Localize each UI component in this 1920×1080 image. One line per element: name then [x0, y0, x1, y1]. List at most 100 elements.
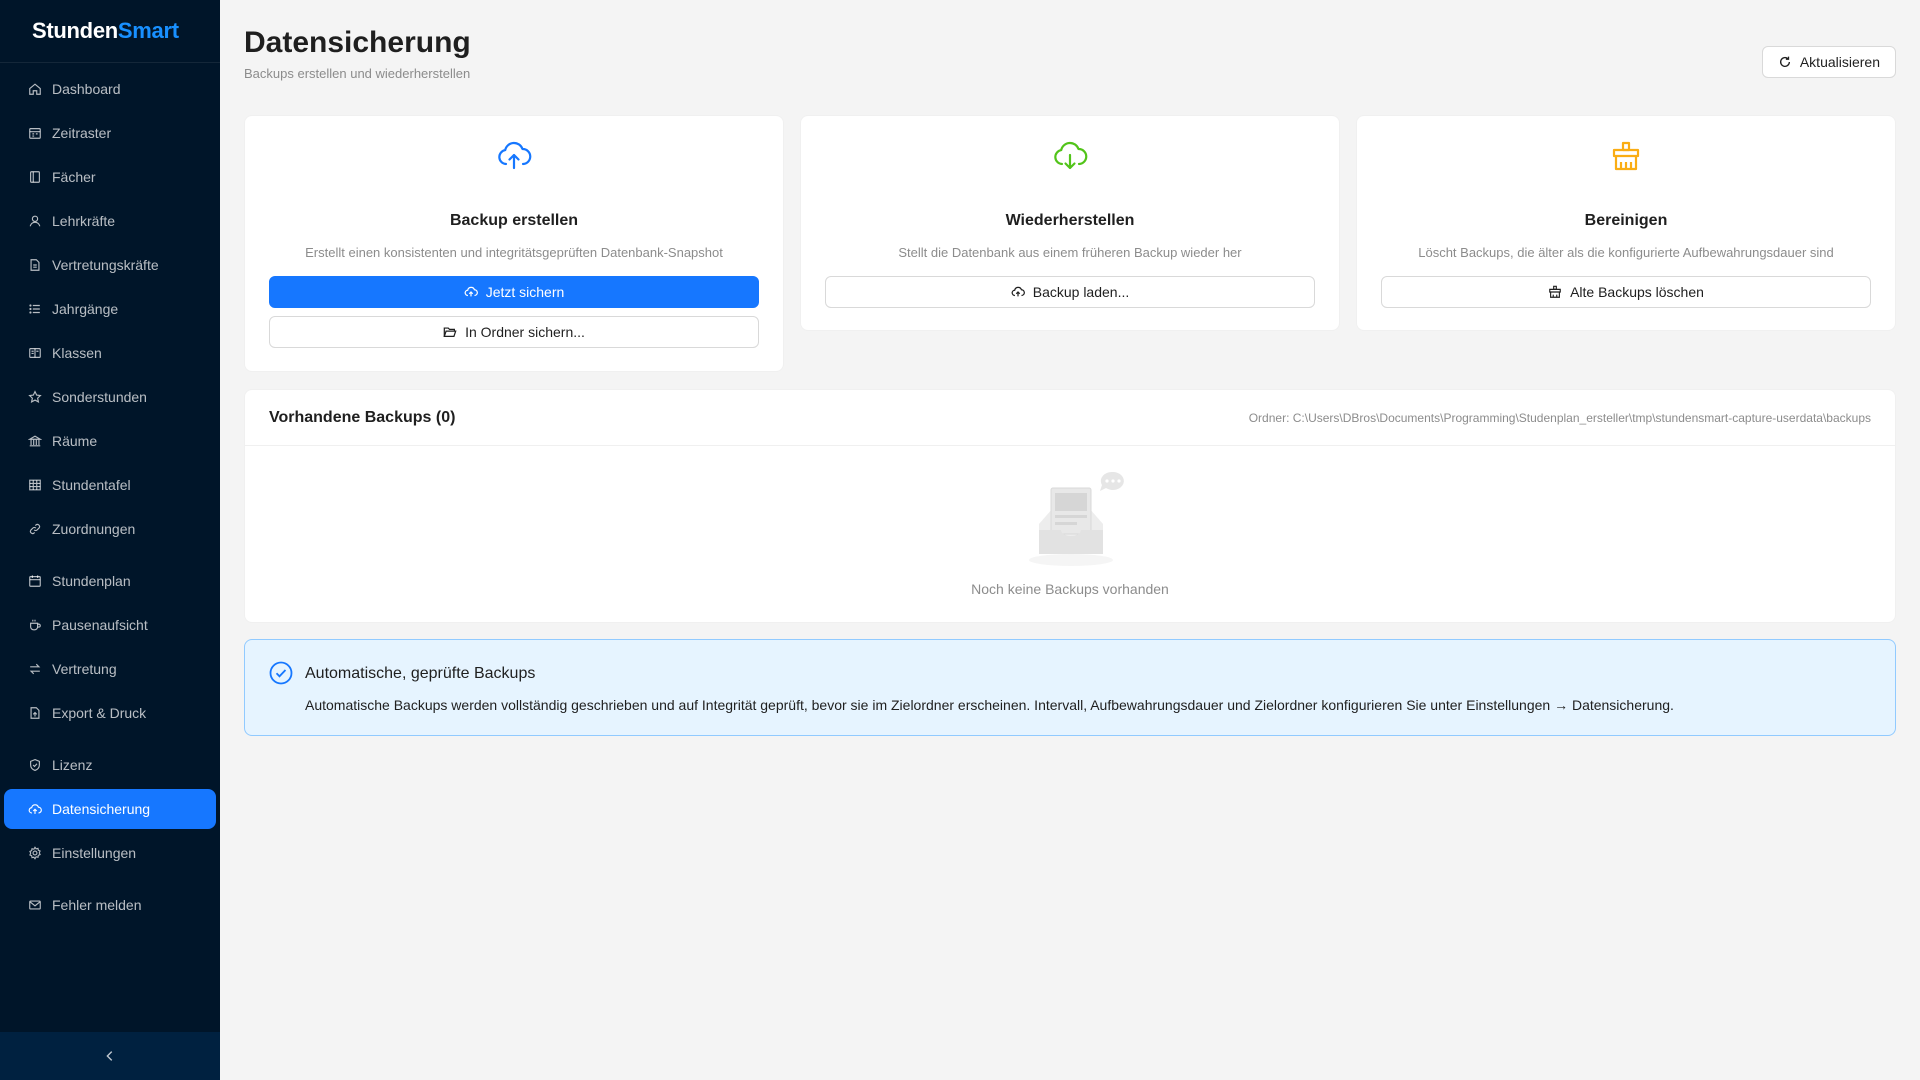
check-circle-icon [269, 661, 293, 685]
card-description: Erstellt einen konsistenten und integrit… [305, 245, 723, 260]
sidebar-item-label: Vertretungskräfte [52, 257, 159, 273]
cloud-upload-icon [1011, 286, 1025, 297]
sidebar-item-raeume[interactable]: Räume [4, 421, 216, 461]
cleanup-backups-card: Bereinigen Löscht Backups, die älter als… [1356, 115, 1896, 331]
export-icon [30, 707, 40, 719]
gear-icon [29, 846, 41, 860]
button-label: Backup laden... [1032, 284, 1130, 300]
sidebar-item-label: Jahrgänge [52, 301, 119, 317]
card-title: Wiederherstellen [1005, 212, 1135, 229]
brand-logo[interactable]: Stunden Smart [0, 0, 220, 63]
sidebar-item-sonderstunden[interactable]: Sonderstunden [4, 377, 216, 417]
card-title: Backup erstellen [449, 212, 579, 229]
table-icon [29, 479, 41, 491]
document-icon [30, 259, 40, 271]
book-icon [30, 171, 40, 183]
sidebar-item-label: Zeitraster [52, 125, 112, 141]
sidebar-item-label: Fächer [52, 169, 96, 185]
sidebar-item-pausenaufsicht[interactable]: Pausenaufsicht [4, 605, 216, 645]
card-description: Stellt die Datenbank aus einem früheren … [898, 245, 1242, 260]
sidebar-item-lehrkraefte[interactable]: Lehrkräfte [4, 201, 216, 241]
sidebar-collapse-button[interactable] [0, 1032, 220, 1080]
sidebar-item-label: Stundenplan [52, 573, 131, 589]
refresh-button[interactable]: Aktualisieren [1761, 46, 1896, 78]
sidebar-item-label: Einstellungen [52, 845, 137, 861]
sidebar-item-label: Stundentafel [52, 477, 131, 493]
class-icon [29, 348, 41, 358]
cloud-upload-icon [498, 141, 532, 170]
refresh-label: Aktualisieren [1799, 54, 1880, 70]
info-description: Automatische Backups werden vollständig … [305, 697, 1674, 713]
cloud-download-icon [1054, 141, 1088, 170]
sidebar-item-label: Pausenaufsicht [52, 617, 148, 633]
home-icon [29, 83, 41, 95]
calendar-icon [29, 575, 41, 587]
sidebar-item-fehler-melden[interactable]: Fehler melden [4, 885, 216, 925]
existing-backups-title: Vorhandene Backups (0) [269, 408, 456, 426]
card-description: Löscht Backups, die älter als die konfig… [1418, 245, 1834, 260]
sidebar-item-stundenplan[interactable]: Stundenplan [4, 561, 216, 601]
existing-backups-header: Vorhandene Backups (0) Ordner: C:\Users\… [245, 390, 1895, 446]
sidebar-item-label: Export & Druck [52, 705, 147, 721]
sidebar-item-faecher[interactable]: Fächer [4, 157, 216, 197]
cloud-upload-icon [464, 286, 478, 297]
brand-part1: Stunden [32, 18, 118, 43]
cloud-icon [28, 804, 42, 814]
coffee-icon [30, 619, 41, 631]
delete-old-backups-button[interactable]: Alte Backups löschen [1381, 276, 1871, 308]
sidebar-item-label: Fehler melden [52, 897, 142, 913]
list-icon [29, 304, 40, 314]
sidebar-item-label: Zuordnungen [52, 521, 136, 537]
button-label: In Ordner sichern... [465, 324, 585, 340]
star-icon [28, 390, 42, 403]
button-label: Jetzt sichern [485, 284, 565, 300]
sidebar-item-export-druck[interactable]: Export & Druck [4, 693, 216, 733]
swap-icon [29, 663, 41, 675]
sidebar-item-einstellungen[interactable]: Einstellungen [4, 833, 216, 873]
auto-backup-info-alert: Automatische, geprüfte Backups Automatis… [244, 639, 1896, 736]
sidebar-item-lizenz[interactable]: Lizenz [4, 745, 216, 785]
bank-icon [28, 435, 42, 447]
clear-broom-icon [1612, 141, 1640, 171]
chevron-left-icon [106, 1051, 113, 1061]
sidebar: Stunden Smart Dashboard Zeitraster Fächer… [0, 0, 220, 1080]
sidebar-item-label: Lizenz [52, 757, 93, 773]
empty-inbox-icon [1029, 471, 1124, 566]
sidebar-item-stundentafel[interactable]: Stundentafel [4, 465, 216, 505]
empty-state-text: Noch keine Backups vorhanden [971, 581, 1169, 597]
mail-icon [29, 900, 41, 910]
backup-folder-path: Ordner: C:\Users\DBros\Documents\Program… [1248, 410, 1871, 425]
sidebar-item-klassen[interactable]: Klassen [4, 333, 216, 373]
create-backup-card: Backup erstellen Erstellt einen konsiste… [244, 115, 784, 372]
existing-backups-card: Vorhandene Backups (0) Ordner: C:\Users\… [244, 389, 1896, 623]
sidebar-item-label: Dashboard [52, 81, 121, 97]
sidebar-item-label: Vertretung [52, 661, 117, 677]
sidebar-item-label: Klassen [52, 345, 102, 361]
link-icon [29, 523, 41, 535]
info-title: Automatische, geprüfte Backups [305, 665, 536, 682]
backup-to-folder-button[interactable]: In Ordner sichern... [269, 316, 759, 348]
sidebar-item-zeitraster[interactable]: Zeitraster [4, 113, 216, 153]
sidebar-item-vertretungskraefte[interactable]: Vertretungskräfte [4, 245, 216, 285]
sidebar-item-dashboard[interactable]: Dashboard [4, 69, 216, 109]
sidebar-item-datensicherung[interactable]: Datensicherung [4, 789, 216, 829]
sidebar-item-label: Lehrkräfte [52, 213, 116, 229]
sidebar-item-vertretung[interactable]: Vertretung [4, 649, 216, 689]
sidebar-item-label: Sonderstunden [52, 389, 147, 405]
user-icon [29, 215, 41, 227]
sidebar-item-label: Datensicherung [52, 801, 151, 817]
sidebar-item-jahrgaenge[interactable]: Jahrgänge [4, 289, 216, 329]
brand-part2: Smart [117, 18, 179, 43]
load-backup-button[interactable]: Backup laden... [825, 276, 1315, 308]
calendar-grid-icon [29, 128, 41, 139]
main-content: Datensicherung Backups erstellen und wie… [220, 0, 1920, 1080]
card-title: Bereinigen [1584, 212, 1668, 229]
sidebar-menu: Dashboard Zeitraster Fächer Lehrkräfte V… [0, 63, 220, 925]
reload-icon [1779, 56, 1790, 67]
folder-open-icon [443, 327, 457, 337]
sidebar-item-label: Räume [52, 433, 98, 449]
sidebar-item-zuordnungen[interactable]: Zuordnungen [4, 509, 216, 549]
restore-backup-card: Wiederherstellen Stellt die Datenbank au… [800, 115, 1340, 331]
backup-now-button[interactable]: Jetzt sichern [269, 276, 759, 308]
page-subtitle: Backups erstellen und wiederherstellen [244, 66, 471, 81]
